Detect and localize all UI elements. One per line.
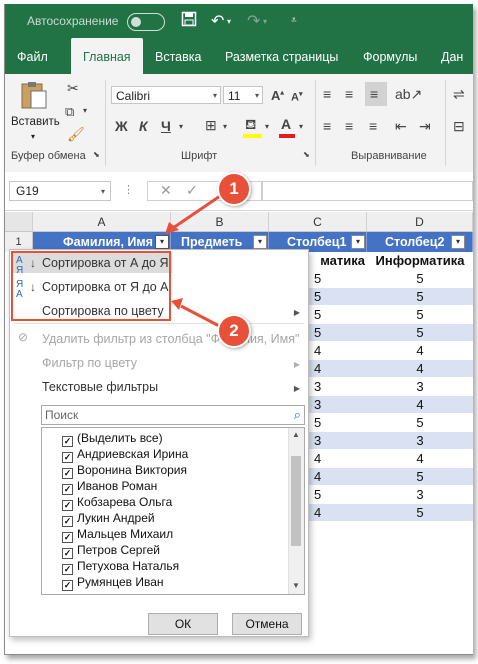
arrow-1-line (172, 192, 224, 230)
callout-1: 1 (217, 172, 251, 206)
arrow-2-head (171, 298, 183, 310)
arrow-2-line (180, 304, 224, 330)
excel-window: Автосохранение ↶ ▾ ↷ ▾ ⩡ Файл Главная Вс… (4, 4, 473, 655)
callout-2: 2 (217, 314, 251, 348)
